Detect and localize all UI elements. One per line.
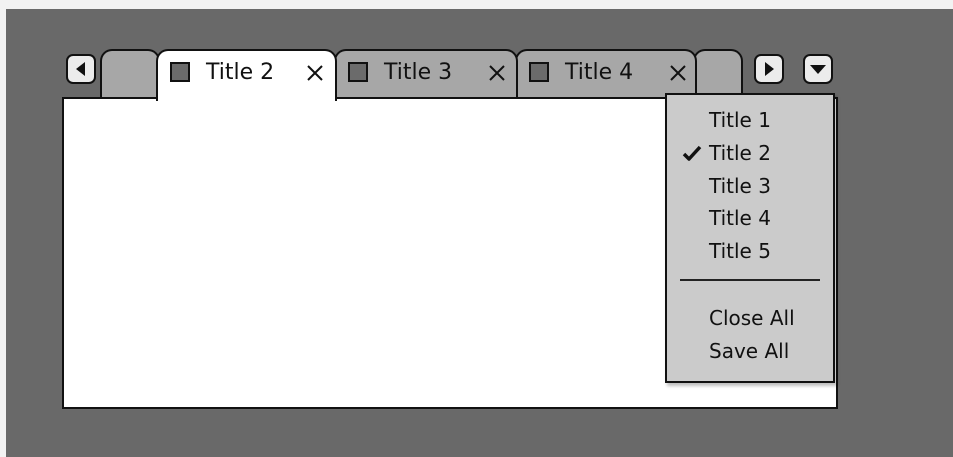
tab-title-2[interactable]: Title 2 <box>156 49 337 101</box>
tab-square-icon <box>170 62 190 82</box>
tab-overflow-left[interactable] <box>100 49 160 97</box>
tab-list-menu-button[interactable] <box>803 54 833 84</box>
close-icon[interactable] <box>304 60 326 86</box>
triangle-down-icon <box>810 64 826 74</box>
tab-label: Title 4 <box>565 60 634 85</box>
close-icon[interactable] <box>667 60 689 86</box>
menu-item-title-5[interactable]: Title 5 <box>709 238 771 264</box>
triangle-right-icon <box>763 62 775 76</box>
tab-square-icon <box>529 62 549 82</box>
tab-overflow-right[interactable] <box>693 49 743 97</box>
menu-item-title-3[interactable]: Title 3 <box>709 173 771 199</box>
tab-label: Title 2 <box>206 60 275 85</box>
scroll-tabs-right-button[interactable] <box>754 54 784 84</box>
tab-label: Title 3 <box>384 60 453 85</box>
menu-item-title-1[interactable]: Title 1 <box>709 107 771 133</box>
scroll-tabs-left-button[interactable] <box>66 54 96 84</box>
menu-separator <box>680 279 820 281</box>
menu-item-title-4[interactable]: Title 4 <box>709 205 771 231</box>
close-icon[interactable] <box>486 60 508 86</box>
tab-square-icon <box>348 62 368 82</box>
menu-item-save-all[interactable]: Save All <box>709 338 789 364</box>
tab-list-dropdown: Title 1 Title 2 Title 3 Title 4 Title 5 … <box>665 93 835 383</box>
menu-item-close-all[interactable]: Close All <box>709 305 795 331</box>
checkmark-icon <box>682 143 702 167</box>
tab-title-3[interactable]: Title 3 <box>334 49 518 97</box>
triangle-left-icon <box>75 62 87 76</box>
tab-title-4[interactable]: Title 4 <box>515 49 697 97</box>
menu-item-title-2[interactable]: Title 2 <box>709 140 771 166</box>
